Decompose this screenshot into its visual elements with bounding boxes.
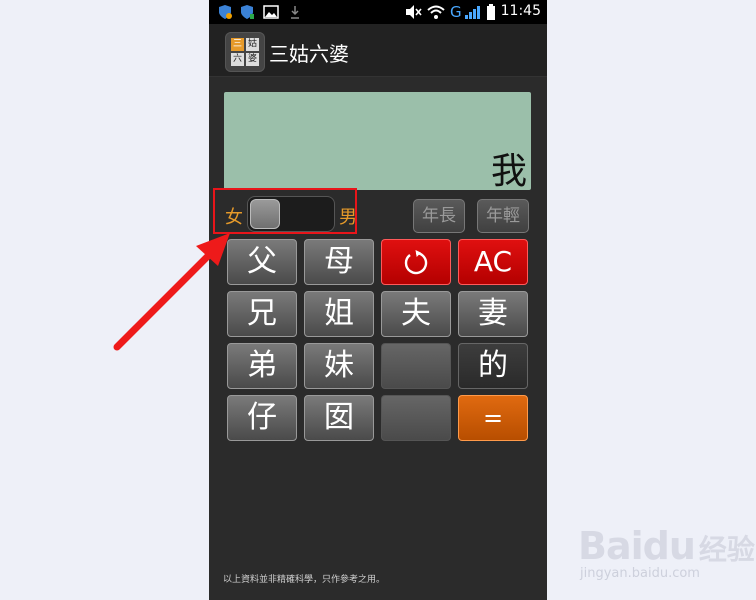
watermark-url: jingyan.baidu.com — [580, 566, 700, 581]
baidu-watermark: Baidu 经验 — [578, 524, 755, 568]
watermark-brand-cn: 经验 — [698, 533, 755, 566]
annotation-arrow — [113, 233, 230, 351]
watermark-brand: Baidu — [578, 524, 696, 568]
